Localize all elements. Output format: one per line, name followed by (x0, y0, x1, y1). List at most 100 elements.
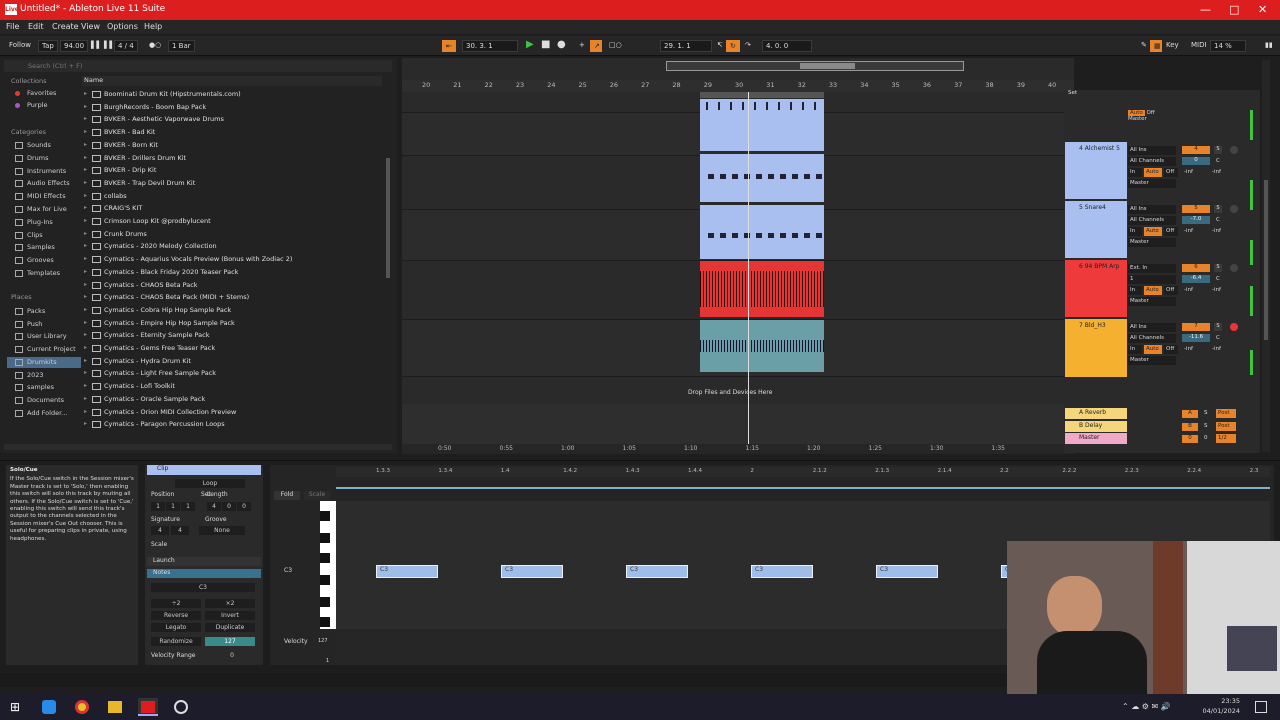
volume-field[interactable]: 0 (1182, 157, 1210, 165)
sidebar-item-samples[interactable]: Samples (7, 242, 81, 253)
sidebar-item-clips[interactable]: Clips (7, 230, 81, 241)
midi-clip[interactable] (700, 154, 824, 202)
drop-area[interactable]: Drop Files and Devices Here (402, 389, 1066, 444)
list-item[interactable]: ▸ BVKER - Drillers Drum Kit (84, 152, 186, 165)
solo-button[interactable]: S (1202, 409, 1214, 418)
expand-arrow-icon[interactable]: ▸ (84, 126, 87, 138)
signature-denominator[interactable]: 4 (171, 526, 189, 535)
legato-button[interactable]: Legato (151, 623, 201, 632)
length-beat[interactable]: 0 (222, 502, 236, 511)
expand-arrow-icon[interactable]: ▸ (84, 101, 87, 113)
sidebar-item-favorites[interactable]: Favorites (7, 88, 81, 99)
monitor-auto-button[interactable]: Auto (1144, 345, 1162, 354)
duplicate-button[interactable]: Duplicate (205, 623, 255, 632)
pan-knob[interactable]: C (1214, 275, 1228, 284)
mail-icon[interactable] (42, 700, 56, 714)
list-item[interactable]: ▸ BVKER - Born Kit (84, 139, 158, 152)
volume-field[interactable]: -7.0 (1182, 216, 1210, 224)
volume-field[interactable]: -6.4 (1182, 275, 1210, 283)
stop-icon[interactable]: ■ (538, 38, 553, 50)
arrangement-position-icon[interactable]: ⇤ (442, 40, 456, 52)
post-button[interactable]: Post (1216, 409, 1236, 418)
overdub-icon[interactable]: + (576, 40, 588, 52)
list-item[interactable]: ▸ Cymatics - Hydra Drum Kit (84, 355, 191, 368)
expand-arrow-icon[interactable]: ▸ (84, 266, 87, 278)
list-item[interactable]: ▸ Cymatics - Aquarius Vocals Preview (Bon… (84, 253, 292, 266)
close-icon[interactable]: ✕ (1258, 3, 1267, 16)
menu-help[interactable]: Help (144, 22, 162, 31)
punch-in-icon[interactable]: ↸ (714, 40, 726, 52)
notes-section[interactable]: Notes (147, 569, 261, 578)
time-ruler[interactable]: 0:50 0:55 1:00 1:05 1:10 1:15 1:20 1:25 1:30 1:35 (402, 444, 1074, 454)
piano-keys[interactable] (320, 501, 336, 629)
loop-bar[interactable] (336, 487, 1270, 489)
list-item[interactable]: ▸ Cymatics - CHAOS Beta Pack (MIDI + Stem… (84, 291, 249, 304)
launch-section[interactable]: Launch (147, 557, 261, 566)
randomize-button[interactable]: Randomize (151, 637, 201, 646)
return-activator[interactable]: B (1182, 422, 1198, 431)
position-bar[interactable]: 1 (151, 502, 165, 511)
return-track-header[interactable]: Master (1065, 433, 1127, 444)
monitor-in-button[interactable]: In (1128, 345, 1142, 354)
list-item[interactable]: ▸ Crunk Drums (84, 228, 147, 241)
expand-arrow-icon[interactable]: ▸ (84, 139, 87, 151)
menu-create[interactable]: Create (52, 22, 79, 31)
track-header[interactable]: 4 Alchemist 5 (1065, 142, 1127, 199)
track-activator[interactable]: 4 (1182, 146, 1210, 154)
monitor-off-button[interactable]: Off (1164, 168, 1178, 177)
sidebar-item-plug-ins[interactable]: Plug-Ins (7, 217, 81, 228)
sidebar-item-add-folder-[interactable]: Add Folder... (7, 408, 81, 419)
input-channel-select[interactable]: All Channels (1128, 216, 1176, 225)
sidebar-item-grooves[interactable]: Grooves (7, 255, 81, 266)
list-item[interactable]: ▸ Cymatics - Orion MIDI Collection Previe… (84, 406, 236, 419)
monitor-off-button[interactable]: Off (1164, 227, 1178, 236)
monitor-auto-button[interactable]: Auto (1144, 286, 1162, 295)
signature-numerator[interactable]: 4 (151, 526, 169, 535)
list-item[interactable]: ▸ Cymatics - Empire Hip Hop Sample Pack (84, 317, 235, 330)
return-activator[interactable]: 0 (1182, 435, 1198, 443)
loop-switch-icon[interactable]: ↻ (726, 40, 740, 52)
list-item[interactable]: ▸ BVKER - Trap Devil Drum Kit (84, 177, 195, 190)
audio-clip[interactable] (700, 261, 824, 317)
monitor-in-button[interactable]: In (1128, 168, 1142, 177)
length-bar[interactable]: 4 (207, 502, 221, 511)
halve-button[interactable]: ÷2 (151, 599, 201, 608)
ableton-taskbar-icon[interactable] (138, 698, 158, 716)
list-item[interactable]: ▸ Cymatics - Oracle Sample Pack (84, 393, 205, 406)
browser-scrollbar[interactable] (386, 158, 390, 278)
monitor-in-button[interactable]: In (1128, 286, 1142, 295)
list-item[interactable]: ▸ Crimson Loop Kit @prodbylucent (84, 215, 211, 228)
expand-arrow-icon[interactable]: ▸ (84, 240, 87, 252)
length-sixteenth[interactable]: 0 (237, 502, 251, 511)
solo-button[interactable]: S (1202, 422, 1214, 431)
arm-button[interactable] (1230, 323, 1238, 331)
input-type-select[interactable]: All Ins (1128, 146, 1176, 155)
bar-ruler[interactable]: 20 21 22 23 24 25 26 27 28 29 30 31 32 33 34 35 36 37 38 39… (402, 80, 1074, 92)
list-item[interactable]: ▸ Cymatics - Gems Free Teaser Pack (84, 342, 215, 355)
return-track-header[interactable]: A Reverb (1065, 408, 1127, 419)
list-item[interactable]: ▸ Cymatics - CHAOS Beta Pack (84, 279, 198, 292)
midi-note[interactable]: C3 (751, 565, 813, 578)
input-type-select[interactable]: All Ins (1128, 205, 1176, 214)
list-item[interactable]: ▸ Cymatics - Cobra Hip Hop Sample Pack (84, 304, 231, 317)
sidebar-item-drums[interactable]: Drums (7, 153, 81, 164)
output-select[interactable]: Master (1128, 297, 1176, 306)
record-icon[interactable]: ● (554, 38, 569, 50)
invert-button[interactable]: Invert (205, 611, 255, 620)
monitor-off-button[interactable]: Off (1164, 286, 1178, 295)
draw-mode-icon[interactable]: ✎ (1138, 40, 1150, 52)
double-button[interactable]: ×2 (205, 599, 255, 608)
fold-button[interactable]: Fold (274, 491, 300, 500)
pan-knob[interactable]: C (1214, 157, 1228, 166)
windows-start-icon[interactable]: ⊞ (10, 700, 20, 714)
input-channel-select[interactable]: All Channels (1128, 334, 1176, 343)
expand-arrow-icon[interactable]: ▸ (84, 355, 87, 367)
pan-knob[interactable]: C (1214, 334, 1228, 343)
menu-view[interactable]: View (81, 22, 100, 31)
monitor-in-button[interactable]: In (1128, 227, 1142, 236)
loop-length-field[interactable]: 4. 0. 0 (762, 40, 812, 52)
list-item[interactable]: ▸ BVKER - Bad Kit (84, 126, 155, 139)
expand-arrow-icon[interactable]: ▸ (84, 152, 87, 164)
expand-arrow-icon[interactable]: ▸ (84, 406, 87, 418)
clip-tab[interactable]: Clip (147, 465, 261, 475)
